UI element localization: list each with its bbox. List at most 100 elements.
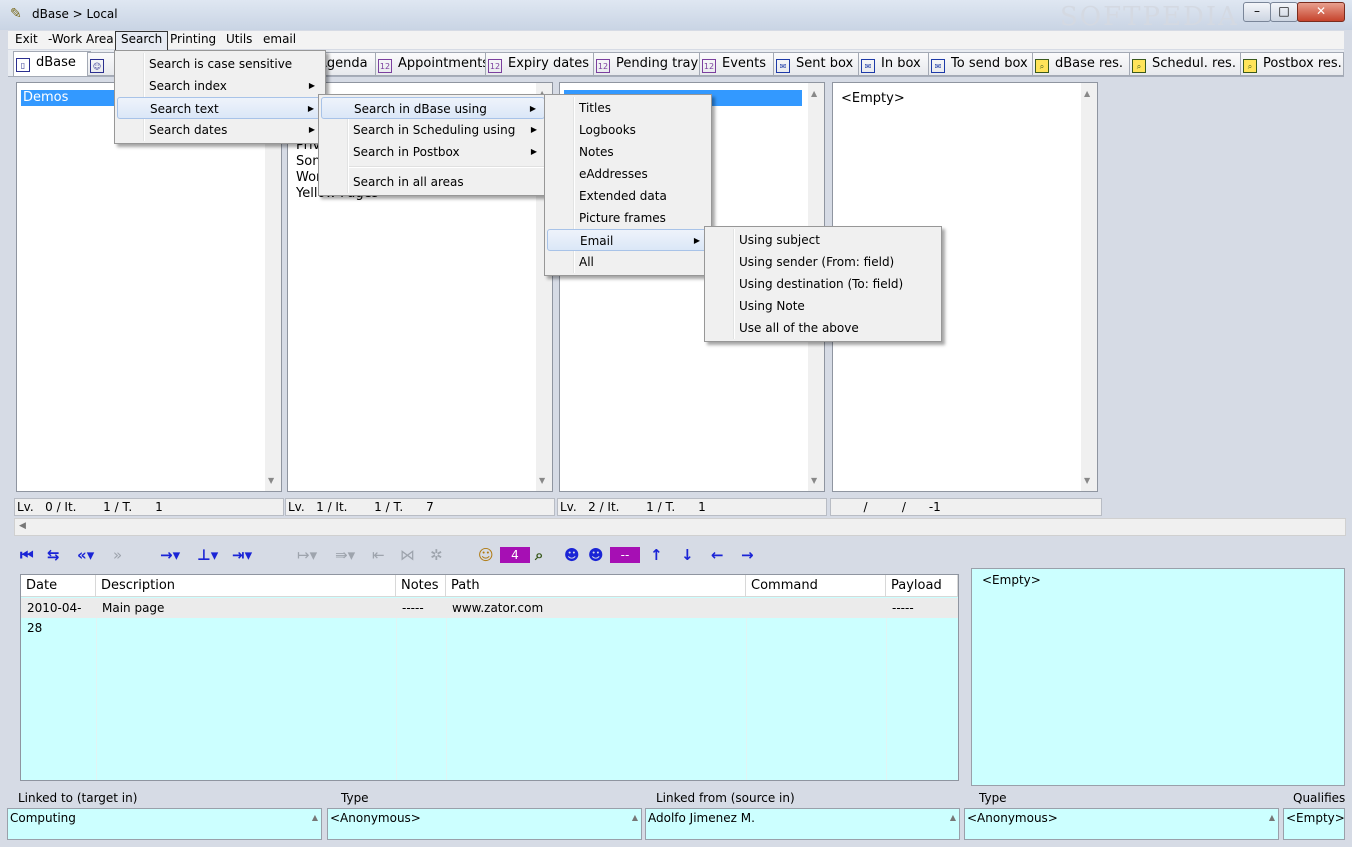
user-remove-icon[interactable]: ☻	[588, 546, 604, 564]
scroll-up-icon[interactable]: ▲	[312, 813, 318, 822]
menu-item-using-note[interactable]: Using Note	[707, 295, 939, 317]
type-value-1: <Anonymous>	[330, 811, 421, 825]
menu-item-search-dbase[interactable]: Search in dBase using ▶	[321, 97, 545, 119]
type-field-1[interactable]: <Anonymous> ▲	[327, 808, 642, 840]
menu-item-eaddresses[interactable]: eAddresses	[547, 163, 709, 185]
collapse-icon[interactable]: ⇤	[372, 546, 385, 564]
menu-item-search-dates[interactable]: Search dates ▶	[117, 119, 323, 141]
logbook-table[interactable]: Date Description Notes Path Command Payl…	[20, 574, 959, 781]
type-field-2[interactable]: <Anonymous> ▲	[964, 808, 1279, 840]
menu-work-area[interactable]: -Work Area	[43, 31, 119, 49]
menu-item-search-postbox[interactable]: Search in Postbox ▶	[321, 141, 545, 163]
split-icon[interactable]: ⇛▾	[335, 546, 355, 564]
menu-item-using-destination[interactable]: Using destination (To: field)	[707, 273, 939, 295]
col-header-command[interactable]: Command	[746, 575, 886, 597]
span-icon[interactable]: ↦▾	[297, 546, 317, 564]
tools-icon[interactable]: ✲	[430, 546, 443, 564]
back-history-icon[interactable]: «▾	[77, 546, 94, 564]
swap-icon[interactable]: ⇆	[47, 546, 60, 564]
menu-item-email[interactable]: Email ▶	[547, 229, 709, 251]
menu-item-search-index[interactable]: Search index ▶	[117, 75, 323, 97]
col-header-notes[interactable]: Notes	[396, 575, 446, 597]
menu-item-notes[interactable]: Notes	[547, 141, 709, 163]
linked-to-field[interactable]: Computing ▲	[7, 808, 322, 840]
vertical-scrollbar[interactable]: ▲▼	[265, 83, 281, 491]
tab-appointments[interactable]: 12 Appointments	[375, 52, 489, 76]
close-button[interactable]: ✕	[1297, 2, 1345, 22]
tab-dbase[interactable]: ▯ dBase	[13, 51, 91, 77]
tab-to-send-box[interactable]: ✉ To send box	[928, 52, 1035, 76]
menu-search[interactable]: Search	[115, 31, 169, 51]
link-right-icon[interactable]: →▾	[160, 546, 180, 564]
envelope-icon: ✉	[861, 59, 875, 73]
first-record-icon[interactable]: ⏮	[20, 546, 34, 564]
arrow-left-icon[interactable]: ←	[711, 546, 724, 564]
scroll-up-icon[interactable]: ▲	[1269, 813, 1275, 822]
list-item[interactable]: Son	[296, 154, 320, 169]
menu-item-search-text[interactable]: Search text ▶	[117, 97, 323, 119]
tab-schedul-res[interactable]: ⌕ Schedul. res.	[1129, 52, 1243, 76]
arrow-up-icon[interactable]: ↑	[650, 546, 663, 564]
scroll-left-icon[interactable]: ◀	[19, 521, 26, 531]
minimize-button[interactable]: –	[1243, 2, 1271, 22]
menu-item-search-all-areas[interactable]: Search in all areas	[321, 171, 545, 193]
menu-exit[interactable]: Exit	[10, 31, 43, 49]
horizontal-scrollbar[interactable]: ◀	[14, 518, 1346, 536]
scroll-up-icon[interactable]: ▲	[632, 813, 638, 822]
menu-email[interactable]: email	[258, 31, 301, 49]
linked-from-field[interactable]: Adolfo Jimenez M. ▲	[645, 808, 960, 840]
tab-in-box[interactable]: ✉ In box	[858, 52, 932, 76]
menu-item-label: Using sender (From: field)	[739, 255, 895, 269]
menu-item-titles[interactable]: Titles	[547, 97, 709, 119]
menu-item-label: Picture frames	[579, 211, 666, 225]
note-memo[interactable]: <Empty>	[971, 568, 1345, 786]
vertical-scrollbar[interactable]: ▲▼	[1081, 83, 1097, 491]
scroll-up-icon[interactable]: ▲	[950, 813, 956, 822]
col-header-description[interactable]: Description	[96, 575, 396, 597]
scroll-up-icon[interactable]: ▲	[811, 89, 817, 98]
col-header-payload[interactable]: Payload	[886, 575, 958, 597]
tab-dbase-res[interactable]: ⌕ dBase res.	[1032, 52, 1132, 76]
link-down-icon[interactable]: ⊥▾	[197, 546, 218, 564]
forward-history-icon[interactable]: »	[113, 546, 122, 564]
menu-printing[interactable]: Printing	[165, 31, 221, 49]
cell-path: www.zator.com	[446, 598, 746, 618]
tab-events[interactable]: 12 Events	[699, 52, 777, 76]
qualifies-field[interactable]: <Empty>	[1283, 808, 1345, 840]
menu-item-label: Search in Scheduling using	[353, 123, 516, 137]
col-header-path[interactable]: Path	[446, 575, 746, 597]
bowtie-icon[interactable]: ⋈	[400, 546, 415, 564]
menu-item-using-subject[interactable]: Using subject	[707, 229, 939, 251]
arrow-right-icon[interactable]: →	[741, 546, 754, 564]
arrow-down-icon[interactable]: ↓	[681, 546, 694, 564]
search-result-icon[interactable]: ⌕	[535, 546, 543, 564]
scroll-up-icon[interactable]: ▲	[1084, 89, 1090, 98]
link-in-icon[interactable]: ⇥▾	[232, 546, 252, 564]
search-menu: Search is case sensitive Search index ▶ S…	[114, 50, 326, 144]
menu-item-logbooks[interactable]: Logbooks	[547, 119, 709, 141]
menu-item-picture-frames[interactable]: Picture frames	[547, 207, 709, 229]
menu-item-case-sensitive[interactable]: Search is case sensitive	[117, 53, 323, 75]
tab-contacts[interactable]: ☺	[87, 52, 117, 76]
menu-item-using-sender[interactable]: Using sender (From: field)	[707, 251, 939, 273]
scroll-down-icon[interactable]: ▼	[539, 476, 545, 485]
menu-item-search-scheduling[interactable]: Search in Scheduling using ▶	[321, 119, 545, 141]
user-add-icon[interactable]: ☻	[564, 546, 580, 564]
tab-expiry-dates[interactable]: 12 Expiry dates	[485, 52, 597, 76]
tab-pending-tray[interactable]: 12 Pending tray	[593, 52, 703, 76]
maximize-button[interactable]: □	[1270, 2, 1298, 22]
tree-item-selected[interactable]: Demos	[21, 90, 115, 106]
menu-item-all[interactable]: All	[547, 251, 709, 273]
contact-card-icon[interactable]: ☺	[478, 546, 494, 564]
scroll-down-icon[interactable]: ▼	[811, 476, 817, 485]
tab-sent-box[interactable]: ✉ Sent box	[773, 52, 861, 76]
menu-utils[interactable]: Utils	[221, 31, 257, 49]
menu-item-label: Using Note	[739, 299, 805, 313]
col-header-date[interactable]: Date	[21, 575, 96, 597]
tab-postbox-res[interactable]: ⌕ Postbox res.	[1240, 52, 1344, 76]
cell-date: 2010-04-28	[21, 598, 96, 635]
scroll-down-icon[interactable]: ▼	[1084, 476, 1090, 485]
menu-item-extended-data[interactable]: Extended data	[547, 185, 709, 207]
scroll-down-icon[interactable]: ▼	[268, 476, 274, 485]
menu-item-use-all[interactable]: Use all of the above	[707, 317, 939, 339]
